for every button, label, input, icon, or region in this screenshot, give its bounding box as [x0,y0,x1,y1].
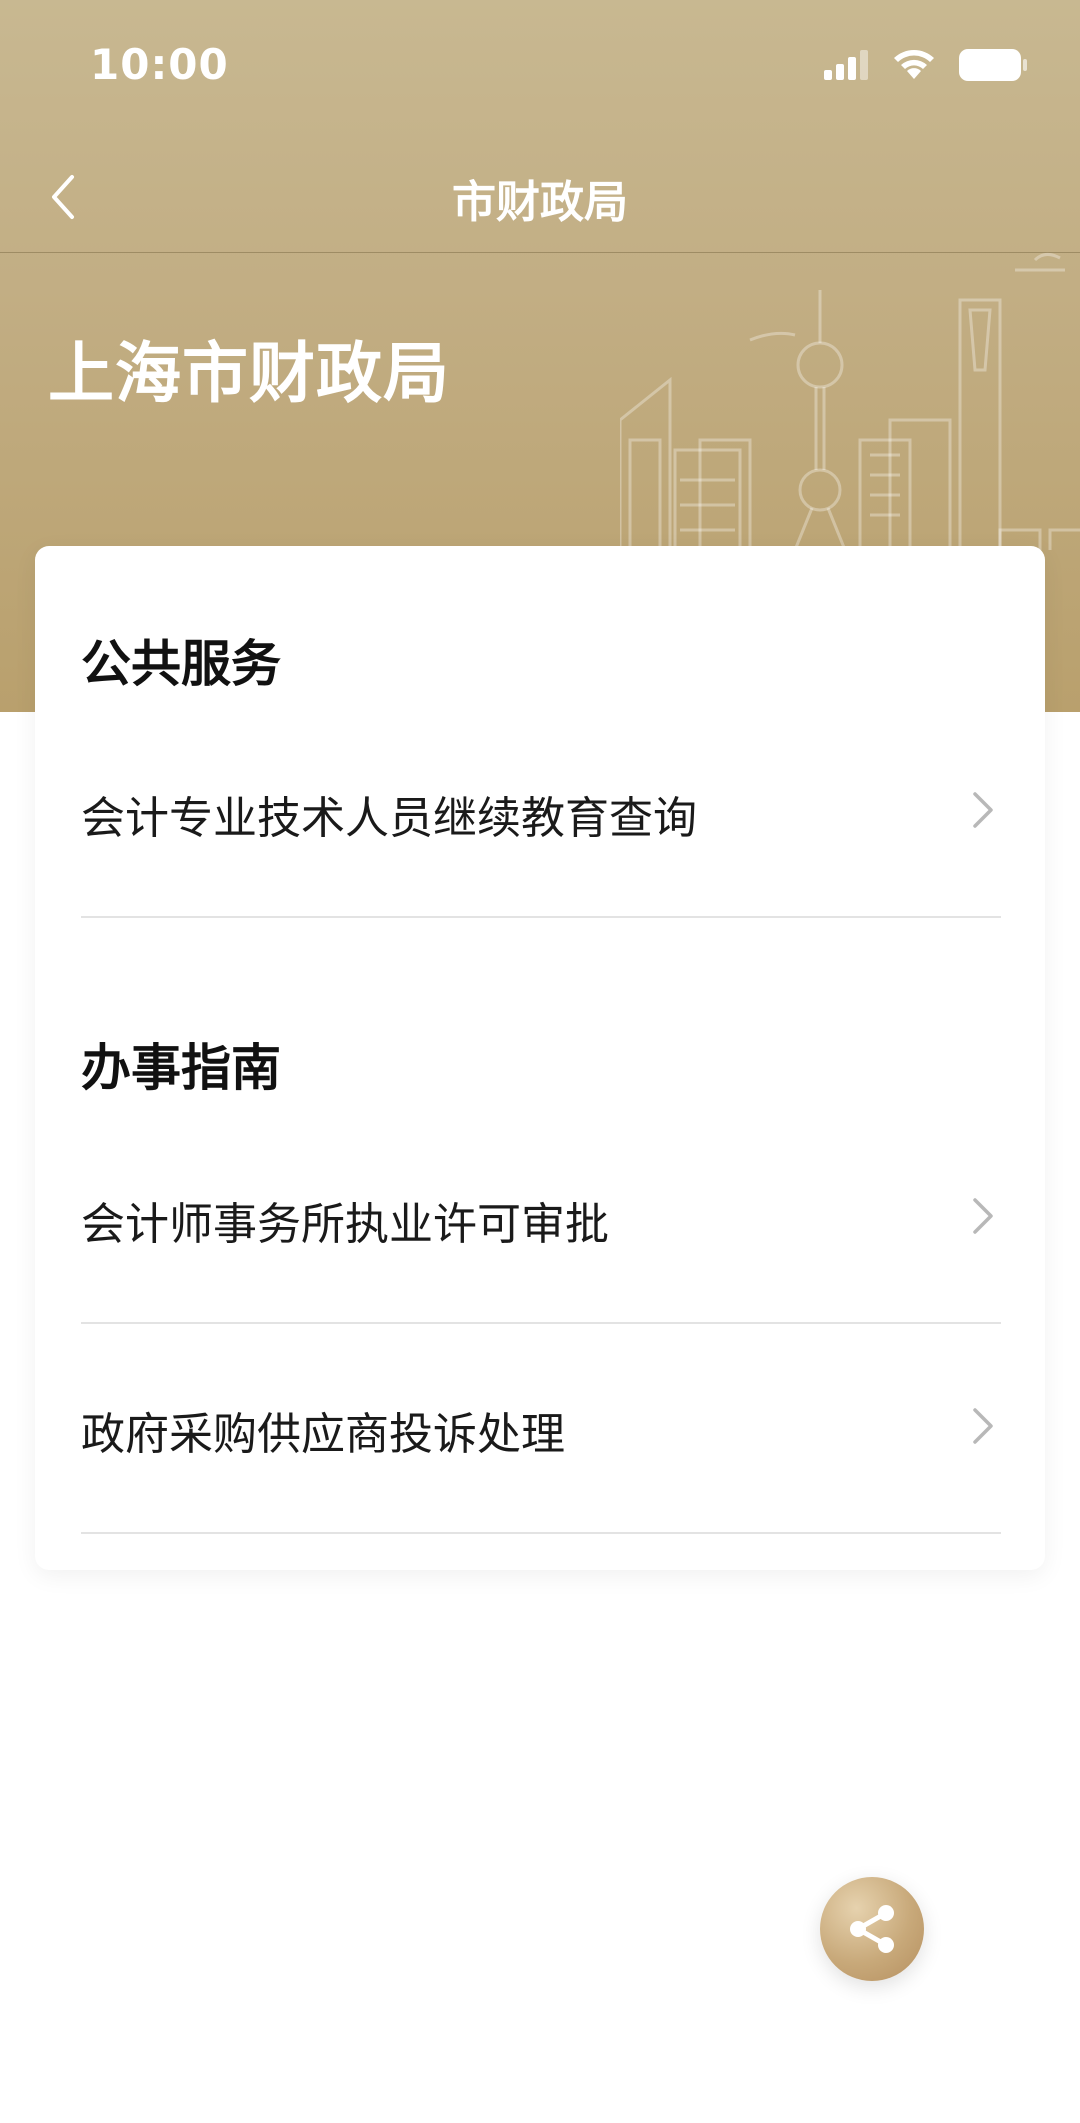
list-item-accounting-firm-license[interactable]: 会计师事务所执业许可审批 [81,1152,1001,1282]
nav-title: 市财政局 [452,177,628,228]
skyline-illustration-icon [620,253,1080,550]
list-item-accounting-education-query[interactable]: 会计专业技术人员继续教育查询 [81,746,1001,876]
wifi-icon [894,50,934,79]
row-divider [81,916,1001,918]
status-icons [824,48,1028,82]
list-item-label: 会计师事务所执业许可审批 [81,1199,609,1250]
list-item-label: 政府采购供应商投诉处理 [81,1409,565,1460]
chevron-right-icon [973,1408,993,1444]
row-divider [81,1532,1001,1534]
share-icon [850,1905,894,1953]
cellular-signal-icon [824,50,868,80]
list-item-procurement-complaint[interactable]: 政府采购供应商投诉处理 [81,1362,1001,1492]
status-time: 10:00 [90,40,229,89]
chevron-right-icon [973,792,993,828]
battery-icon [959,49,1027,81]
status-bar: 10:00 [0,0,1080,140]
list-item-label: 会计专业技术人员继续教育查询 [81,793,697,844]
row-divider [81,1322,1001,1324]
chevron-right-icon [973,1198,993,1234]
section-title-public-services: 公共服务 [81,635,281,693]
share-button[interactable] [820,1877,924,1981]
navigation-bar: 市财政局 [0,140,1080,252]
services-card: 公共服务 会计专业技术人员继续教育查询 办事指南 会计师事务所执业许可审批 政府… [35,546,1045,1570]
section-title-service-guide: 办事指南 [81,1039,281,1097]
hero-title: 上海市财政局 [48,335,450,412]
